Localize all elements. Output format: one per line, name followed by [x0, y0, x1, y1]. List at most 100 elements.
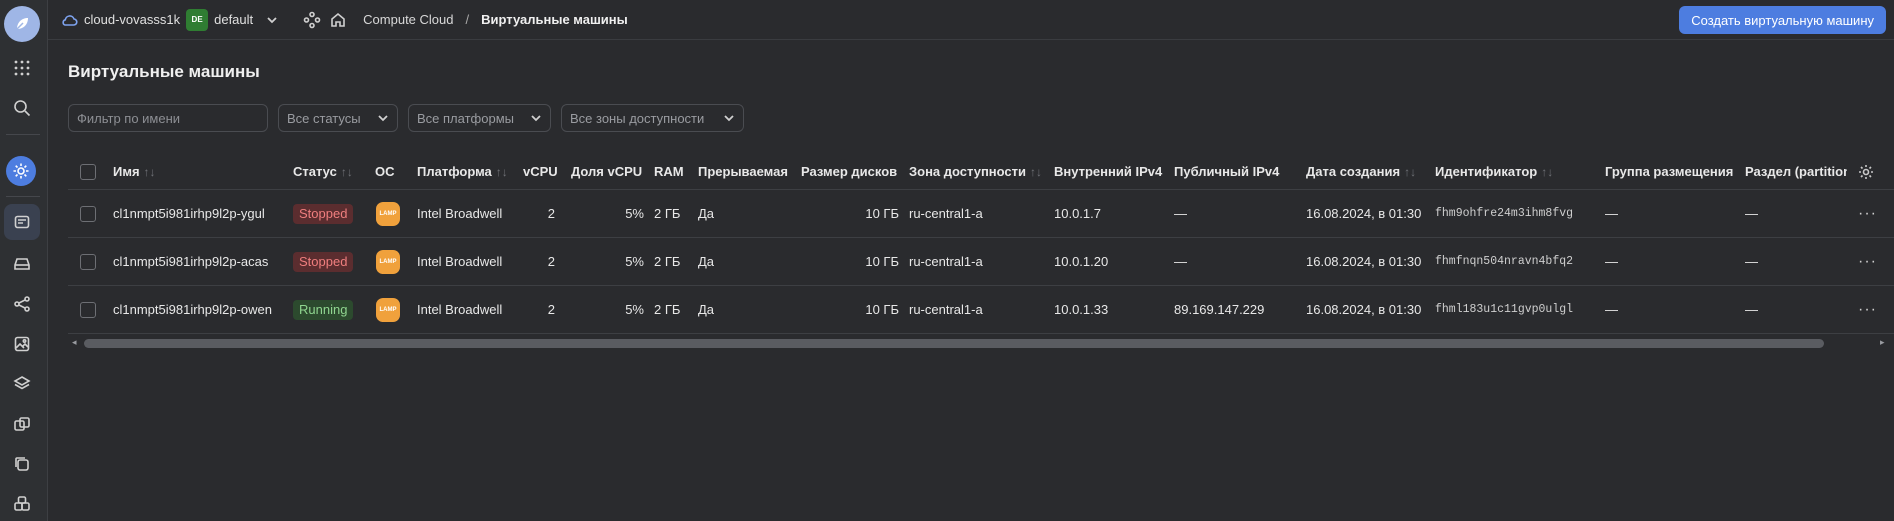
placement-group-cell: —	[1605, 206, 1618, 221]
top-bar: cloud-vovasss1k DE default Compute Cloud…	[48, 0, 1894, 40]
placement-group-cell: —	[1605, 302, 1618, 317]
vcpu-cell: 2	[547, 302, 555, 317]
cloud-selector[interactable]: cloud-vovasss1k	[84, 12, 180, 27]
zone-filter-select[interactable]: Все зоны доступности	[561, 104, 744, 132]
vcpu-share-cell: 5%	[625, 206, 644, 221]
os-cell: LAMP	[376, 286, 400, 333]
folder-selector[interactable]: default	[214, 12, 253, 27]
col-header-status[interactable]: Статус ↑↓	[293, 154, 353, 189]
breadcrumb-current: Виртуальные машины	[481, 12, 628, 27]
chevron-down-icon[interactable]	[265, 13, 279, 27]
preemptible-cell: Да	[698, 254, 715, 269]
chevron-down-icon	[378, 115, 388, 122]
preemptible-cell: Да	[698, 206, 715, 221]
image-icon[interactable]	[8, 330, 36, 358]
sort-icon[interactable]: ↑↓	[144, 165, 156, 179]
disk-size-cell: 10 ГБ	[865, 254, 899, 269]
home-icon[interactable]	[329, 11, 347, 29]
col-header-ipv4-public: Публичный IPv4	[1174, 164, 1280, 179]
rail-divider	[6, 196, 40, 197]
row-checkbox[interactable]	[80, 238, 96, 285]
status-filter-value: Все статусы	[287, 110, 361, 126]
table-row[interactable]: cl1nmpt5i981irhp9l2p-owen Running LAMP I…	[68, 286, 1894, 334]
sort-icon[interactable]: ↑↓	[341, 165, 353, 179]
sort-icon[interactable]: ↑↓	[1030, 165, 1042, 179]
folder-badge: DE	[186, 8, 209, 31]
rail-divider	[6, 134, 40, 135]
row-menu-icon[interactable]: ···	[1858, 190, 1877, 237]
table-row[interactable]: cl1nmpt5i981irhp9l2p-ygul Stopped LAMP I…	[68, 190, 1894, 238]
sort-icon[interactable]: ↑↓	[496, 165, 508, 179]
lamp-os-icon: LAMP	[376, 201, 400, 226]
table-row[interactable]: cl1nmpt5i981irhp9l2p-acas Stopped LAMP I…	[68, 238, 1894, 286]
horizontal-scrollbar[interactable]: ◂ ▸	[68, 337, 1894, 349]
sort-icon[interactable]: ↑↓	[1541, 165, 1553, 179]
col-header-vcpu: vCPU	[523, 164, 558, 179]
chevron-down-icon	[724, 115, 734, 122]
id-cell: fhml183u1c11gvp0ulgl	[1435, 303, 1574, 316]
filters-bar: Фильтр по имени Все статусы Все платформ…	[68, 104, 744, 132]
disk-size-cell: 10 ГБ	[865, 206, 899, 221]
id-cell: fhmfnqn504nravn4bfq2	[1435, 255, 1574, 268]
row-menu-icon[interactable]: ···	[1858, 238, 1877, 285]
create-vm-button[interactable]: Создать виртуальную машину	[1679, 6, 1886, 34]
os-cell: LAMP	[376, 190, 400, 237]
breadcrumb-service[interactable]: Compute Cloud	[363, 12, 453, 27]
scroll-right-icon[interactable]: ▸	[1880, 337, 1885, 348]
network-icon[interactable]	[8, 290, 36, 318]
ipv4-internal-cell: 10.0.1.33	[1054, 302, 1109, 317]
snapshot-icon[interactable]	[8, 410, 36, 438]
vm-name-link[interactable]: cl1nmpt5i981irhp9l2p-acas	[113, 238, 268, 285]
status-filter-select[interactable]: Все статусы	[278, 104, 398, 132]
zone-filter-value: Все зоны доступности	[570, 110, 705, 126]
scroll-left-icon[interactable]: ◂	[72, 337, 77, 348]
partition-cell: —	[1745, 302, 1758, 317]
select-all-checkbox[interactable]	[80, 154, 96, 189]
vm-name-link[interactable]: cl1nmpt5i981irhp9l2p-owen	[113, 286, 272, 333]
scrollbar-thumb[interactable]	[84, 339, 1824, 348]
zone-cell: ru-central1-a	[909, 206, 983, 221]
disk-icon[interactable]	[8, 250, 36, 278]
vcpu-cell: 2	[547, 206, 555, 221]
row-menu-icon[interactable]: ···	[1858, 286, 1877, 333]
ipv4-public-cell: 89.169.147.229	[1174, 302, 1265, 317]
platform-filter-select[interactable]: Все платформы	[408, 104, 551, 132]
row-checkbox[interactable]	[80, 286, 96, 333]
placement-group-cell: —	[1605, 254, 1618, 269]
compute-icon[interactable]	[4, 204, 40, 240]
logo-icon[interactable]	[4, 6, 40, 42]
layers-icon[interactable]	[8, 370, 36, 398]
id-cell: fhm9ohfre24m3ihm8fvg	[1435, 207, 1574, 220]
column-settings-icon[interactable]	[1858, 154, 1874, 189]
created-cell: 16.08.2024, в 01:30	[1306, 302, 1422, 317]
left-rail	[0, 0, 48, 521]
col-header-name[interactable]: Имя ↑↓	[113, 154, 156, 189]
sort-icon[interactable]: ↑↓	[1404, 165, 1416, 179]
col-header-disk-size: Размер дисков	[801, 164, 898, 179]
platform-cell: Intel Broadwell	[417, 302, 503, 317]
created-cell: 16.08.2024, в 01:30	[1306, 206, 1422, 221]
platform-cell: Intel Broadwell	[417, 206, 503, 221]
os-cell: LAMP	[376, 238, 400, 285]
col-header-zone[interactable]: Зона доступности ↑↓	[909, 154, 1042, 189]
cloud-icon	[60, 11, 78, 29]
partition-cell: —	[1745, 206, 1758, 221]
zone-cell: ru-central1-a	[909, 302, 983, 317]
preemptible-cell: Да	[698, 302, 715, 317]
search-icon[interactable]	[8, 94, 36, 122]
row-checkbox[interactable]	[80, 190, 96, 237]
lamp-os-icon: LAMP	[376, 297, 400, 322]
ram-cell: 2 ГБ	[654, 254, 681, 269]
copy-icon[interactable]	[8, 450, 36, 478]
ipv4-public-cell: —	[1174, 206, 1187, 221]
settings-icon[interactable]	[6, 156, 36, 186]
col-header-id[interactable]: Идентификатор ↑↓	[1435, 154, 1553, 189]
group-icon[interactable]	[8, 490, 36, 518]
col-header-platform[interactable]: Платформа ↑↓	[417, 154, 508, 189]
apps-grid-icon[interactable]	[8, 54, 36, 82]
name-filter-input[interactable]: Фильтр по имени	[68, 104, 268, 132]
col-header-created[interactable]: Дата создания ↑↓	[1306, 154, 1416, 189]
vm-name-link[interactable]: cl1nmpt5i981irhp9l2p-ygul	[113, 190, 265, 237]
services-icon[interactable]	[303, 11, 321, 29]
status-cell: Stopped	[293, 190, 354, 237]
